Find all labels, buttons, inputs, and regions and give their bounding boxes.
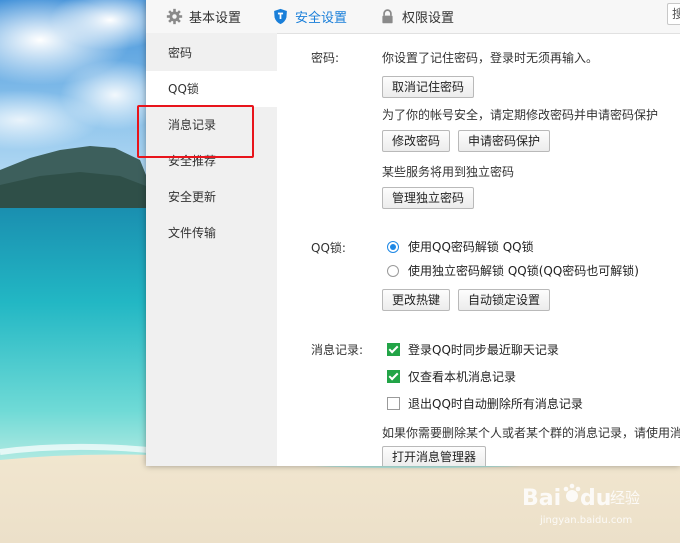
lock-icon (382, 9, 393, 24)
radio-selected[interactable] (387, 240, 399, 253)
checkbox-checked[interactable] (387, 343, 400, 356)
checkbox-unchecked[interactable] (387, 397, 400, 410)
settings-window: 基本设置 安全设置 权限设置 搜 密码 QQ锁 消息记录 安全推荐 安全更新 文… (146, 0, 680, 466)
password-remembered-text: 你设置了记住密码，登录时无须再输入。 (382, 51, 599, 65)
message-records-section-label: 消息记录: (311, 343, 364, 357)
watermark-brand: Bai (522, 486, 561, 511)
open-message-manager-button[interactable]: 打开消息管理器 (382, 446, 487, 466)
tab-permission-label: 权限设置 (402, 11, 455, 26)
search-input[interactable]: 搜 (667, 3, 680, 25)
change-password-button[interactable]: 修改密码 (382, 130, 451, 152)
baidu-jingyan-watermark: Bai du 经验 jingyan.baidu.com (522, 483, 640, 526)
sidebar-item-security-recommend[interactable]: 安全推荐 (146, 143, 277, 179)
checkbox-checked[interactable] (387, 370, 400, 383)
settings-content: 密码: 你设置了记住密码，登录时无须再输入。 取消记住密码 为了你的帐号安全，请… (277, 33, 680, 466)
independent-password-text: 某些服务将用到独立密码 (382, 165, 515, 179)
tab-basic-settings[interactable]: 基本设置 (166, 0, 241, 33)
qqlock-option-independent-password-label: 使用独立密码解锁 QQ锁(QQ密码也可解锁) (408, 264, 639, 278)
watermark-brand-2: du (580, 486, 611, 511)
sidebar-item-password[interactable]: 密码 (146, 35, 277, 71)
paw-icon (566, 490, 578, 502)
qqlock-option-qq-password[interactable]: 使用QQ密码解锁 QQ锁 (387, 238, 534, 255)
cancel-remember-password-button[interactable]: 取消记住密码 (382, 76, 475, 98)
watermark-url: jingyan.baidu.com (539, 515, 632, 526)
local-records-only-checkbox[interactable]: 仅查看本机消息记录 (387, 368, 516, 385)
tab-permission-settings[interactable]: 权限设置 (379, 0, 454, 33)
change-hotkey-button[interactable]: 更改热键 (382, 289, 451, 311)
radio-unselected[interactable] (387, 264, 399, 277)
sync-recent-chats-checkbox[interactable]: 登录QQ时同步最近聊天记录 (387, 341, 559, 358)
sidebar-item-qqlock[interactable]: QQ锁 (146, 71, 277, 107)
password-section-label: 密码: (311, 51, 340, 65)
qqlock-option-independent-password[interactable]: 使用独立密码解锁 QQ锁(QQ密码也可解锁) (387, 262, 639, 279)
password-advice-text: 为了你的帐号安全，请定期修改密码并申请密码保护 (382, 108, 659, 122)
tab-basic-label: 基本设置 (189, 11, 242, 26)
auto-lock-settings-button[interactable]: 自动锁定设置 (458, 289, 551, 311)
apply-password-protection-button[interactable]: 申请密码保护 (458, 130, 551, 152)
sidebar-item-message-records[interactable]: 消息记录 (146, 107, 277, 143)
sidebar-item-file-transfer[interactable]: 文件传输 (146, 215, 277, 251)
auto-delete-on-exit-checkbox[interactable]: 退出QQ时自动删除所有消息记录 (387, 395, 583, 412)
delete-records-hint: 如果你需要删除某个人或者某个群的消息记录，请使用消 (382, 426, 680, 440)
tab-bar: 基本设置 安全设置 权限设置 搜 (146, 0, 680, 34)
tab-security-label: 安全设置 (295, 11, 348, 26)
gear-icon (166, 8, 183, 25)
shield-icon (274, 8, 287, 25)
auto-delete-on-exit-label: 退出QQ时自动删除所有消息记录 (408, 397, 583, 411)
local-records-only-label: 仅查看本机消息记录 (408, 370, 517, 384)
watermark-jingyan: 经验 (610, 489, 640, 507)
qqlock-section-label: QQ锁: (311, 241, 346, 255)
sidebar-item-security-update[interactable]: 安全更新 (146, 179, 277, 215)
tab-security-settings[interactable]: 安全设置 (272, 0, 347, 33)
sync-recent-chats-label: 登录QQ时同步最近聊天记录 (408, 343, 559, 357)
manage-independent-password-button[interactable]: 管理独立密码 (382, 187, 475, 209)
qqlock-option-qq-password-label: 使用QQ密码解锁 QQ锁 (408, 240, 534, 254)
sidebar: 密码 QQ锁 消息记录 安全推荐 安全更新 文件传输 (146, 33, 277, 466)
